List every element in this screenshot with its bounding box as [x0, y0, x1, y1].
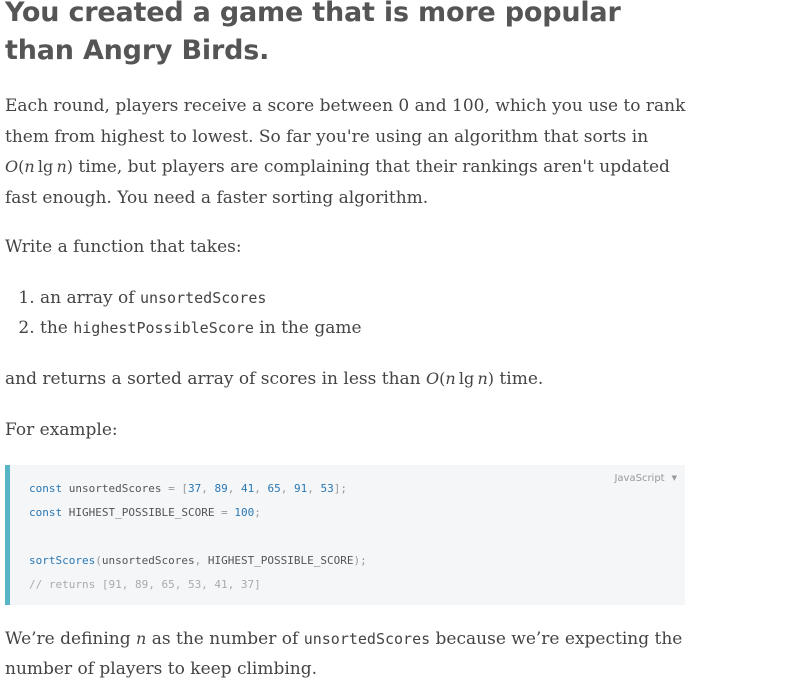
- list-item-prefix: an array of: [40, 287, 140, 308]
- returns-text-after: time.: [494, 368, 544, 389]
- code-line: const unsortedScores = [37, 89, 41, 65, …: [29, 481, 347, 495]
- big-o-expression: O(n lg n): [5, 157, 74, 176]
- inline-code: unsortedScores: [303, 629, 431, 648]
- code-punctuation: );: [353, 553, 367, 567]
- code-line: sortScores(unsortedScores, HIGHEST_POSSI…: [29, 549, 685, 573]
- intro-paragraph: Each round, players receive a score betw…: [5, 91, 695, 213]
- math-n: n: [24, 157, 35, 176]
- inputs-list: an array of unsortedScores the highestPo…: [5, 283, 705, 344]
- for-example-paragraph: For example:: [5, 420, 118, 440]
- code-punctuation: (: [95, 553, 102, 567]
- math-n: n: [477, 368, 488, 388]
- code-keyword: const: [29, 481, 63, 495]
- language-selector[interactable]: JavaScript ▼: [614, 467, 677, 491]
- code-function: sortScores: [29, 553, 96, 567]
- code-punctuation: [: [181, 481, 188, 495]
- code-number: 100: [234, 505, 255, 519]
- code-identifier: HIGHEST_POSSIBLE_SCORE: [68, 505, 215, 519]
- code-number: 65: [267, 481, 281, 495]
- code-number: 41: [240, 481, 255, 495]
- list-item: the highestPossibleScore in the game: [40, 313, 705, 344]
- math-lg: lg: [37, 157, 54, 176]
- code-number: 53: [320, 481, 334, 495]
- closing-paragraph: We’re defining n as the number of unsort…: [5, 624, 705, 685]
- intro-text-before: Each round, players receive a score betw…: [5, 96, 686, 147]
- returns-paragraph: and returns a sorted array of scores in …: [5, 364, 705, 395]
- code-comment: // returns [91, 89, 65, 53, 41, 37]: [29, 577, 261, 591]
- list-item-suffix: in the game: [253, 318, 362, 338]
- math-n: n: [136, 628, 147, 648]
- code-operator: =: [168, 481, 175, 495]
- caret-down-icon: ▼: [671, 473, 677, 482]
- list-item-prefix: the: [40, 318, 74, 338]
- code-identifier: unsortedScores: [68, 481, 162, 495]
- page-title: You created a game that is more popular …: [5, 0, 621, 66]
- closing-text-before: We’re defining: [5, 628, 137, 649]
- big-o-expression: O(n lg n): [426, 368, 495, 388]
- code-keyword: const: [29, 505, 63, 519]
- big-o-letter: O: [426, 368, 440, 388]
- code-identifier: HIGHEST_POSSIBLE_SCORE: [207, 553, 354, 567]
- code-number: 91: [293, 481, 308, 495]
- big-o-letter: O: [5, 157, 19, 176]
- code-identifier: unsortedScores: [101, 553, 195, 567]
- inline-code: highestPossibleScore: [73, 319, 254, 337]
- returns-text-before: and returns a sorted array of scores in …: [5, 368, 427, 389]
- code-number: 89: [214, 481, 228, 495]
- code-punctuation: ;: [254, 505, 261, 519]
- language-label: JavaScript: [614, 472, 665, 484]
- math-n: n: [445, 368, 456, 388]
- code-number: 37: [187, 481, 202, 495]
- code-line: const HIGHEST_POSSIBLE_SCORE = 100;: [29, 501, 685, 525]
- closing-text-middle: as the number of: [146, 628, 304, 649]
- write-function-paragraph: Write a function that takes:: [5, 237, 242, 257]
- code-operator: =: [221, 505, 228, 519]
- math-n: n: [56, 157, 67, 176]
- intro-text-after: time, but players are complaining that t…: [5, 157, 670, 208]
- math-lg: lg: [458, 368, 475, 388]
- code-block: JavaScript ▼ const unsortedScores = [37, …: [5, 464, 685, 605]
- article-content: You created a game that is more popular …: [5, 0, 705, 685]
- code-punctuation: ,: [194, 553, 202, 567]
- inline-code: unsortedScores: [139, 288, 267, 307]
- list-item: an array of unsortedScores: [40, 283, 705, 314]
- code-punctuation: ];: [333, 481, 347, 495]
